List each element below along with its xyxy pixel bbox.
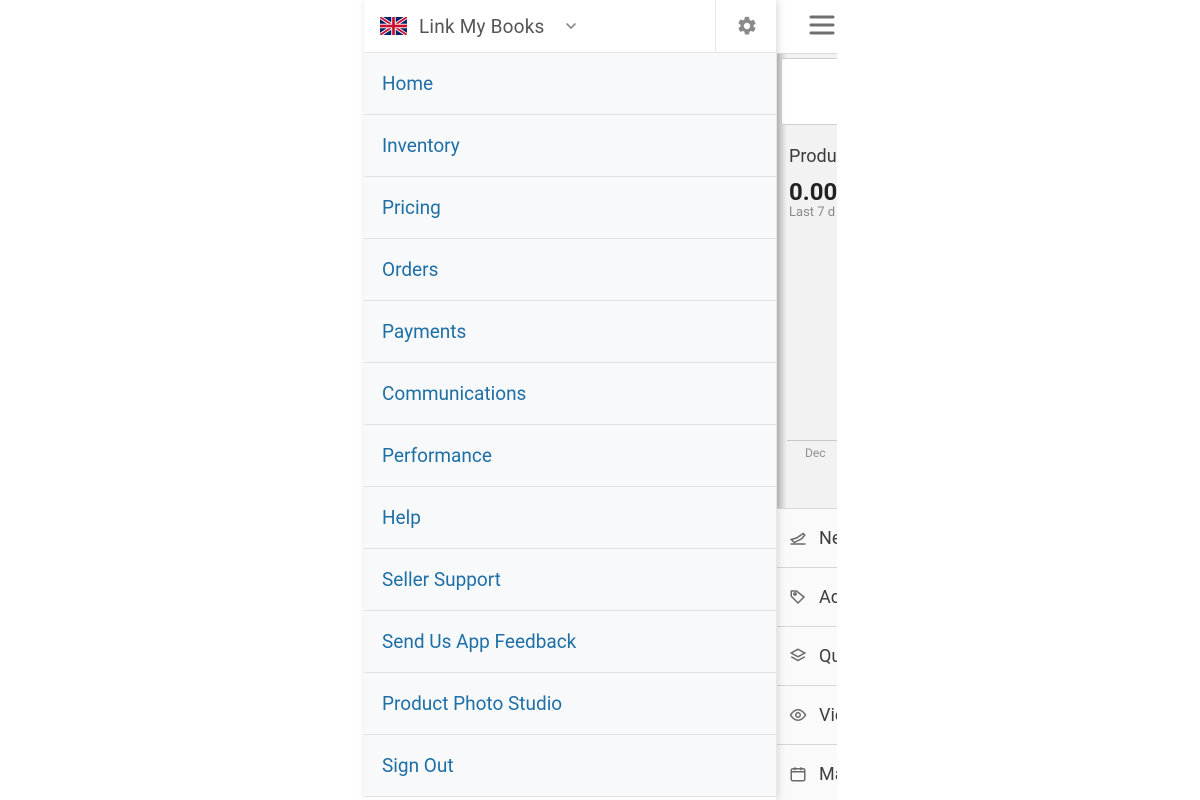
- background-app: 0 Sal Produ 0.00 Last 7 d Dec Ne Ad Qu V…: [777, 0, 837, 800]
- stack-icon: [787, 647, 809, 665]
- nav-item-home[interactable]: Home: [364, 53, 776, 114]
- quick-action-row: Qu: [777, 626, 837, 685]
- chevron-down-icon: [563, 18, 579, 34]
- tag-icon: [787, 588, 809, 606]
- nav-item-photo-studio[interactable]: Product Photo Studio: [364, 673, 776, 734]
- takeoff-icon: [787, 529, 809, 547]
- metric-subtext: Last 7 d: [789, 205, 835, 220]
- quick-action-label: Ne: [819, 528, 837, 549]
- nav-menu: Home Inventory Pricing Orders Payments C…: [364, 53, 776, 797]
- background-topbar: [777, 0, 837, 54]
- quick-action-label: Qu: [819, 646, 837, 667]
- quick-action-label: Ad: [819, 587, 837, 608]
- quick-action-row: Vie: [777, 685, 837, 744]
- quick-action-row: Ad: [777, 567, 837, 626]
- metric-title: Produ: [789, 146, 837, 167]
- hamburger-icon: [809, 15, 835, 39]
- nav-item-orders[interactable]: Orders: [364, 239, 776, 300]
- kpi-card: 0 Sal: [781, 58, 837, 125]
- quick-action-label: Vie: [819, 705, 837, 726]
- nav-item-inventory[interactable]: Inventory: [364, 115, 776, 176]
- nav-item-help[interactable]: Help: [364, 487, 776, 548]
- drawer-header: Link My Books: [364, 0, 776, 53]
- nav-item-performance[interactable]: Performance: [364, 425, 776, 486]
- chart-tick-label: Dec: [805, 446, 826, 460]
- chart-baseline: [787, 440, 837, 441]
- quick-action-label: Ma: [819, 764, 837, 785]
- nav-drawer: Link My Books Home Inventory Pricing Ord…: [364, 0, 776, 800]
- quick-action-row: Ne: [777, 508, 837, 567]
- nav-item-app-feedback[interactable]: Send Us App Feedback: [364, 611, 776, 672]
- nav-item-payments[interactable]: Payments: [364, 301, 776, 362]
- kpi-label: Sal: [794, 99, 837, 118]
- gear-icon: [736, 15, 758, 37]
- kpi-value: 0: [794, 69, 837, 97]
- metric-value: 0.00: [789, 178, 837, 206]
- uk-flag-icon: [380, 17, 407, 35]
- calendar-icon: [787, 765, 809, 783]
- nav-item-seller-support[interactable]: Seller Support: [364, 549, 776, 610]
- account-switcher[interactable]: [563, 18, 579, 34]
- settings-button[interactable]: [732, 11, 762, 41]
- nav-item-sign-out[interactable]: Sign Out: [364, 735, 776, 796]
- eye-icon: [787, 706, 809, 724]
- quick-action-row: Ma: [777, 744, 837, 800]
- nav-item-pricing[interactable]: Pricing: [364, 177, 776, 238]
- nav-item-communications[interactable]: Communications: [364, 363, 776, 424]
- account-name: Link My Books: [419, 15, 545, 38]
